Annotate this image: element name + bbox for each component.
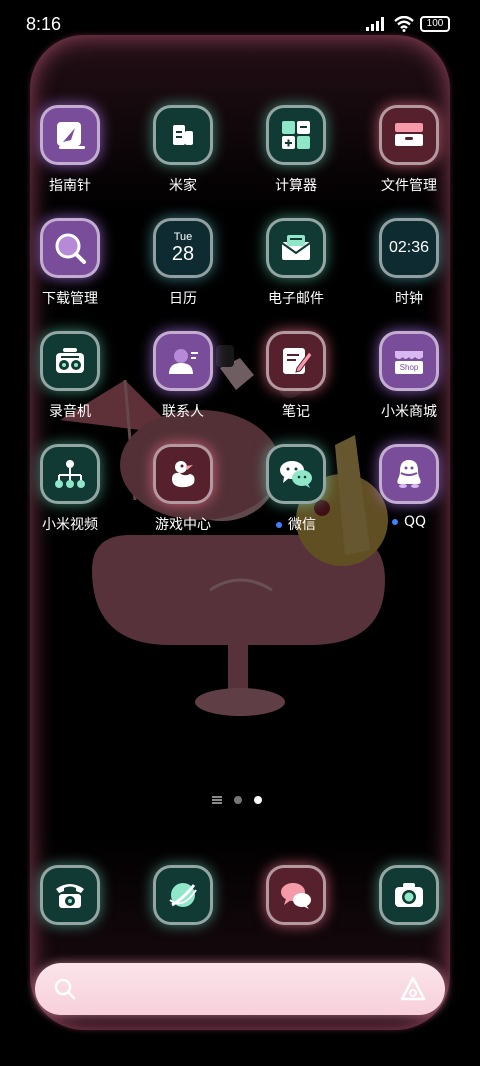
app-calculator[interactable]: 计算器 [246,105,346,205]
app-mi-video[interactable]: 小米视频 [20,444,120,544]
app-email[interactable]: 电子邮件 [246,218,346,318]
search-icon [54,978,76,1000]
recorder-icon [56,348,84,373]
phone-app-icon [40,865,100,925]
recorder-app-icon [40,331,100,391]
dock-messages[interactable] [246,865,346,965]
shop-badge: Shop [394,360,424,374]
page-dot[interactable] [234,796,242,804]
app-label-text: 微信 [288,517,316,533]
folder-icon [395,123,423,146]
app-calendar[interactable]: Tue 28 日历 [133,218,233,318]
compass-app-icon [40,105,100,165]
wifi-icon [394,16,414,32]
signal-icon [366,17,384,31]
page-indicator[interactable] [212,796,262,804]
camera-app-icon [379,865,439,925]
camera-icon [395,883,423,907]
app-notes[interactable]: 笔记 [246,331,346,431]
wechat-app-icon [266,444,326,504]
app-mi-store[interactable]: Shop 小米商城 [359,331,459,431]
mijia-app-icon [153,105,213,165]
messages-app-icon [266,865,326,925]
contacts-app-icon [153,331,213,391]
app-label: QQ [391,514,427,530]
app-contacts[interactable]: 联系人 [133,331,233,431]
status-icons: 100 [366,16,450,32]
calendar-app-icon: Tue 28 [153,218,213,278]
note-pencil-icon [283,348,313,374]
app-recorder[interactable]: 录音机 [20,331,120,431]
qq-penguin-icon [397,460,421,488]
app-label: 电子邮件 [268,291,324,307]
app-label: 下载管理 [42,291,98,307]
app-label: 联系人 [162,404,204,420]
network-icon [55,460,85,488]
app-file-manager[interactable]: 文件管理 [359,105,459,205]
app-label: 微信 [276,514,316,534]
dock-camera[interactable] [359,865,459,965]
app-label: 笔记 [282,404,310,420]
shop-awning-icon [395,350,423,359]
person-icon [169,349,198,374]
clock-app-icon: 02:36 [379,218,439,278]
calendar-date: 28 [171,243,195,265]
app-compass[interactable]: 指南针 [20,105,120,205]
globe-icon [169,883,197,907]
qq-app-icon [379,444,439,504]
duck-icon [172,461,195,488]
file-manager-app-icon [379,105,439,165]
app-label: 小米视频 [42,517,98,533]
app-wechat[interactable]: 微信 [246,444,346,544]
app-label: 指南针 [49,178,91,194]
download-manager-app-icon [40,218,100,278]
wechat-icon [280,461,312,488]
assistant-icon[interactable] [399,975,427,1003]
app-clock[interactable]: 02:36 时钟 [359,218,459,318]
app-label: 录音机 [49,404,91,420]
status-time: 8:16 [26,14,62,34]
clock-time: 02:36 [388,239,430,256]
new-badge-dot [391,519,398,525]
app-game-center[interactable]: 游戏中心 [133,444,233,544]
battery-indicator: 100 [420,16,450,32]
menu-lines-icon [212,796,222,804]
mijia-icon [173,125,193,145]
envelope-icon [281,235,311,260]
page-dot-active[interactable] [254,796,262,804]
game-center-app-icon [153,444,213,504]
app-qq[interactable]: QQ [359,444,459,544]
app-label: 时钟 [395,291,423,307]
app-label: 小米商城 [381,404,437,420]
mi-video-app-icon [40,444,100,504]
app-label: 日历 [169,291,197,307]
calculator-app-icon [266,105,326,165]
app-label: 米家 [169,178,197,194]
dock-phone[interactable] [20,865,120,965]
mi-store-app-icon: Shop [379,331,439,391]
compass-icon [57,122,85,149]
app-download-manager[interactable]: 下载管理 [20,218,120,318]
notes-app-icon [266,331,326,391]
dock-browser[interactable] [133,865,233,965]
app-label: 游戏中心 [155,517,211,533]
app-label: 计算器 [275,178,317,194]
calculator-icon [282,121,310,149]
new-badge-dot [276,522,282,528]
search-download-icon [55,233,86,264]
email-app-icon [266,218,326,278]
calendar-day: Tue [173,231,193,243]
phone-icon [56,884,84,908]
app-label: 文件管理 [381,178,437,194]
search-bar[interactable] [35,963,445,1015]
app-mijia[interactable]: 米家 [133,105,233,205]
chat-bubble-icon [281,883,311,909]
app-label-text: QQ [403,514,427,530]
browser-app-icon [153,865,213,925]
